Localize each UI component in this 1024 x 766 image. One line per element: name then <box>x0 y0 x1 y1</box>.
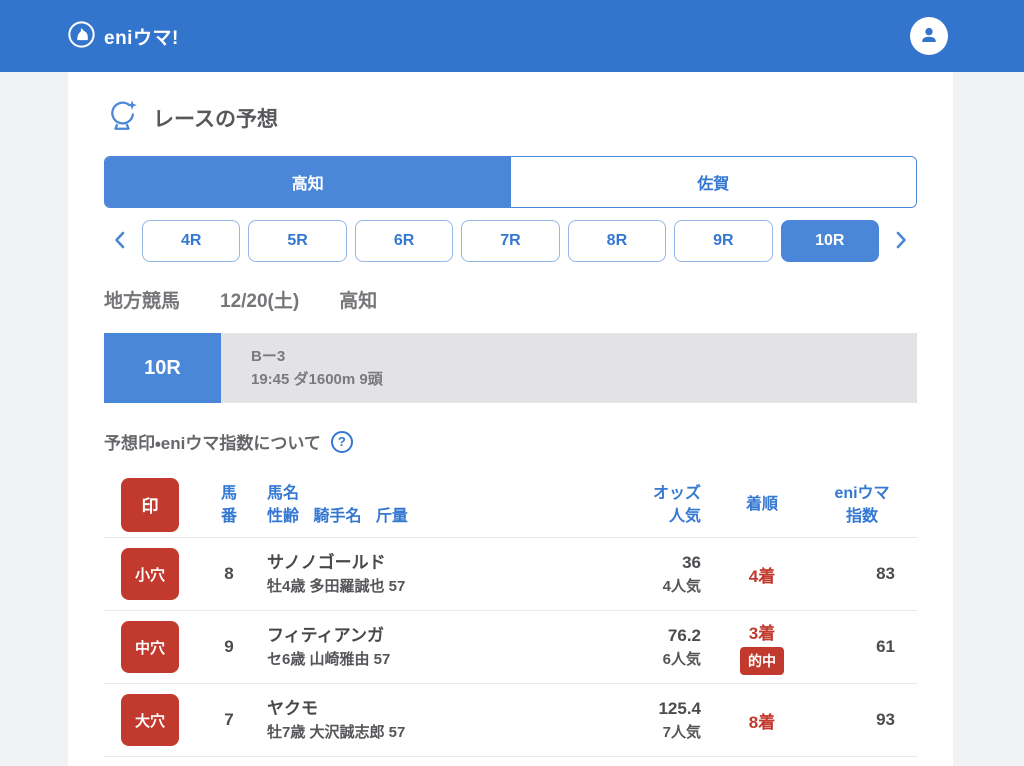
table-row: 中穴 9 フィティアンガ セ6歳 山崎雅由 57 76.2 6人気 3着 的中 … <box>104 611 917 684</box>
race-category: 地方競馬 <box>104 291 181 312</box>
header-odds: オッズ 人気 <box>652 484 701 525</box>
page-title: レースの予想 <box>153 107 278 131</box>
popularity-value: 7人気 <box>662 723 701 741</box>
mark-header-badge: 印 <box>121 477 179 532</box>
race-venue: 高知 <box>339 291 378 312</box>
venue-tab-saga[interactable]: 佐賀 <box>510 157 916 207</box>
rank-cell: 4着 <box>717 562 807 587</box>
person-icon <box>917 23 941 50</box>
race-tab-10r[interactable]: 10R <box>780 220 879 262</box>
index-value: 83 <box>876 564 895 583</box>
mark-badge: 中穴 <box>121 621 179 673</box>
odds-value: 76.2 <box>667 625 701 645</box>
race-tab-8r[interactable]: 8R <box>567 220 667 262</box>
chevron-left-icon <box>114 231 125 252</box>
race-conditions: 19:45 ダ1600m 9頭 <box>251 371 383 388</box>
rank-value: 4着 <box>748 566 776 586</box>
race-class: Bー3 <box>251 348 286 365</box>
index-value: 93 <box>876 710 895 729</box>
horse-name: ヤクモ <box>267 698 318 718</box>
header-rank: 着順 <box>745 496 778 513</box>
table-row: 大穴 7 ヤクモ 牡7歳 大沢誠志郎 57 125.4 7人気 8着 93 <box>104 684 917 757</box>
mark-badge: 大穴 <box>121 694 179 746</box>
content-card: レースの予想 高知 佐賀 4R 5R 6R 7R 8R 9R 10R 地方競馬 … <box>68 72 953 766</box>
horse-name-cell: サノノゴールド 牡4歳 多田羅誠也 57 <box>259 551 597 598</box>
help-icon[interactable]: ? <box>330 430 353 453</box>
race-nav: 4R 5R 6R 7R 8R 9R 10R <box>104 220 917 262</box>
rank-value: 8着 <box>748 712 776 732</box>
about-label: 予想印・eniウマ指数について <box>104 434 321 453</box>
next-race-button[interactable] <box>887 220 917 262</box>
prev-race-button[interactable] <box>104 220 134 262</box>
race-tab-7r[interactable]: 7R <box>461 220 560 262</box>
race-info-bar: 10R Bー3 19:45 ダ1600m 9頭 <box>104 333 917 403</box>
header-horse-name: 馬名 性齢 騎手名 斤量 <box>267 484 408 525</box>
horse-number: 8 <box>224 564 234 583</box>
header-index: eniウマ 指数 <box>834 484 890 525</box>
rank-cell: 8着 <box>717 708 807 733</box>
horse-name-cell: フィティアンガ セ6歳 山崎雅由 57 <box>259 624 597 671</box>
race-meta-row: 地方競馬 12/20(土) 高知 <box>104 286 917 313</box>
chevron-right-icon <box>896 231 907 252</box>
about-row: 予想印・eniウマ指数について ? <box>104 429 917 454</box>
header-mark: 印 <box>104 477 199 532</box>
odds-value: 125.4 <box>658 698 701 718</box>
app-header: eniウマ! <box>0 0 1024 72</box>
logo[interactable]: eniウマ! <box>68 21 179 51</box>
odds-cell: 36 4人気 <box>597 551 717 598</box>
popularity-value: 4人気 <box>662 577 701 595</box>
odds-value: 36 <box>682 552 701 572</box>
header-horse-number: 馬 番 <box>220 484 237 525</box>
page-title-row: レースの予想 <box>104 97 917 138</box>
horse-detail: 牡7歳 大沢誠志郎 57 <box>267 723 406 741</box>
mark-badge: 小穴 <box>121 548 179 600</box>
race-info-detail: Bー3 19:45 ダ1600m 9頭 <box>221 333 917 403</box>
table-header-row: 印 馬 番 馬名 性齢 騎手名 斤量 オッズ 人気 着順 eniウマ 指数 <box>104 472 917 538</box>
horse-detail: セ6歳 山崎雅由 57 <box>267 650 391 668</box>
horse-logo-icon <box>68 21 95 51</box>
crystal-ball-icon <box>104 97 140 138</box>
user-account-button[interactable] <box>910 17 948 55</box>
logo-text: eniウマ! <box>104 27 179 49</box>
race-date: 12/20(土) <box>220 291 300 312</box>
odds-cell: 76.2 6人気 <box>597 624 717 671</box>
table-row: 小穴 8 サノノゴールド 牡4歳 多田羅誠也 57 36 4人気 4着 83 <box>104 538 917 611</box>
prediction-table: 印 馬 番 馬名 性齢 騎手名 斤量 オッズ 人気 着順 eniウマ 指数 小穴 <box>104 472 917 757</box>
race-tab-5r[interactable]: 5R <box>248 220 347 262</box>
race-tab-9r[interactable]: 9R <box>674 220 773 262</box>
index-value: 61 <box>876 637 895 656</box>
rank-value: 3着 <box>748 624 776 643</box>
horse-detail: 牡4歳 多田羅誠也 57 <box>267 577 406 595</box>
horse-name: サノノゴールド <box>267 552 386 572</box>
horse-number: 9 <box>224 637 234 656</box>
popularity-value: 6人気 <box>662 650 701 668</box>
venue-tab-kochi[interactable]: 高知 <box>105 157 511 207</box>
race-tab-6r[interactable]: 6R <box>354 220 454 262</box>
race-number-box: 10R <box>104 333 221 403</box>
horse-name: フィティアンガ <box>267 625 384 645</box>
horse-name-cell: ヤクモ 牡7歳 大沢誠志郎 57 <box>259 697 597 744</box>
horse-number: 7 <box>224 710 234 729</box>
odds-cell: 125.4 7人気 <box>597 697 717 744</box>
hit-badge: 的中 <box>740 647 784 675</box>
venue-tab-bar: 高知 佐賀 <box>104 156 917 208</box>
rank-cell: 3着 的中 <box>717 619 807 675</box>
race-tab-4r[interactable]: 4R <box>142 220 241 262</box>
